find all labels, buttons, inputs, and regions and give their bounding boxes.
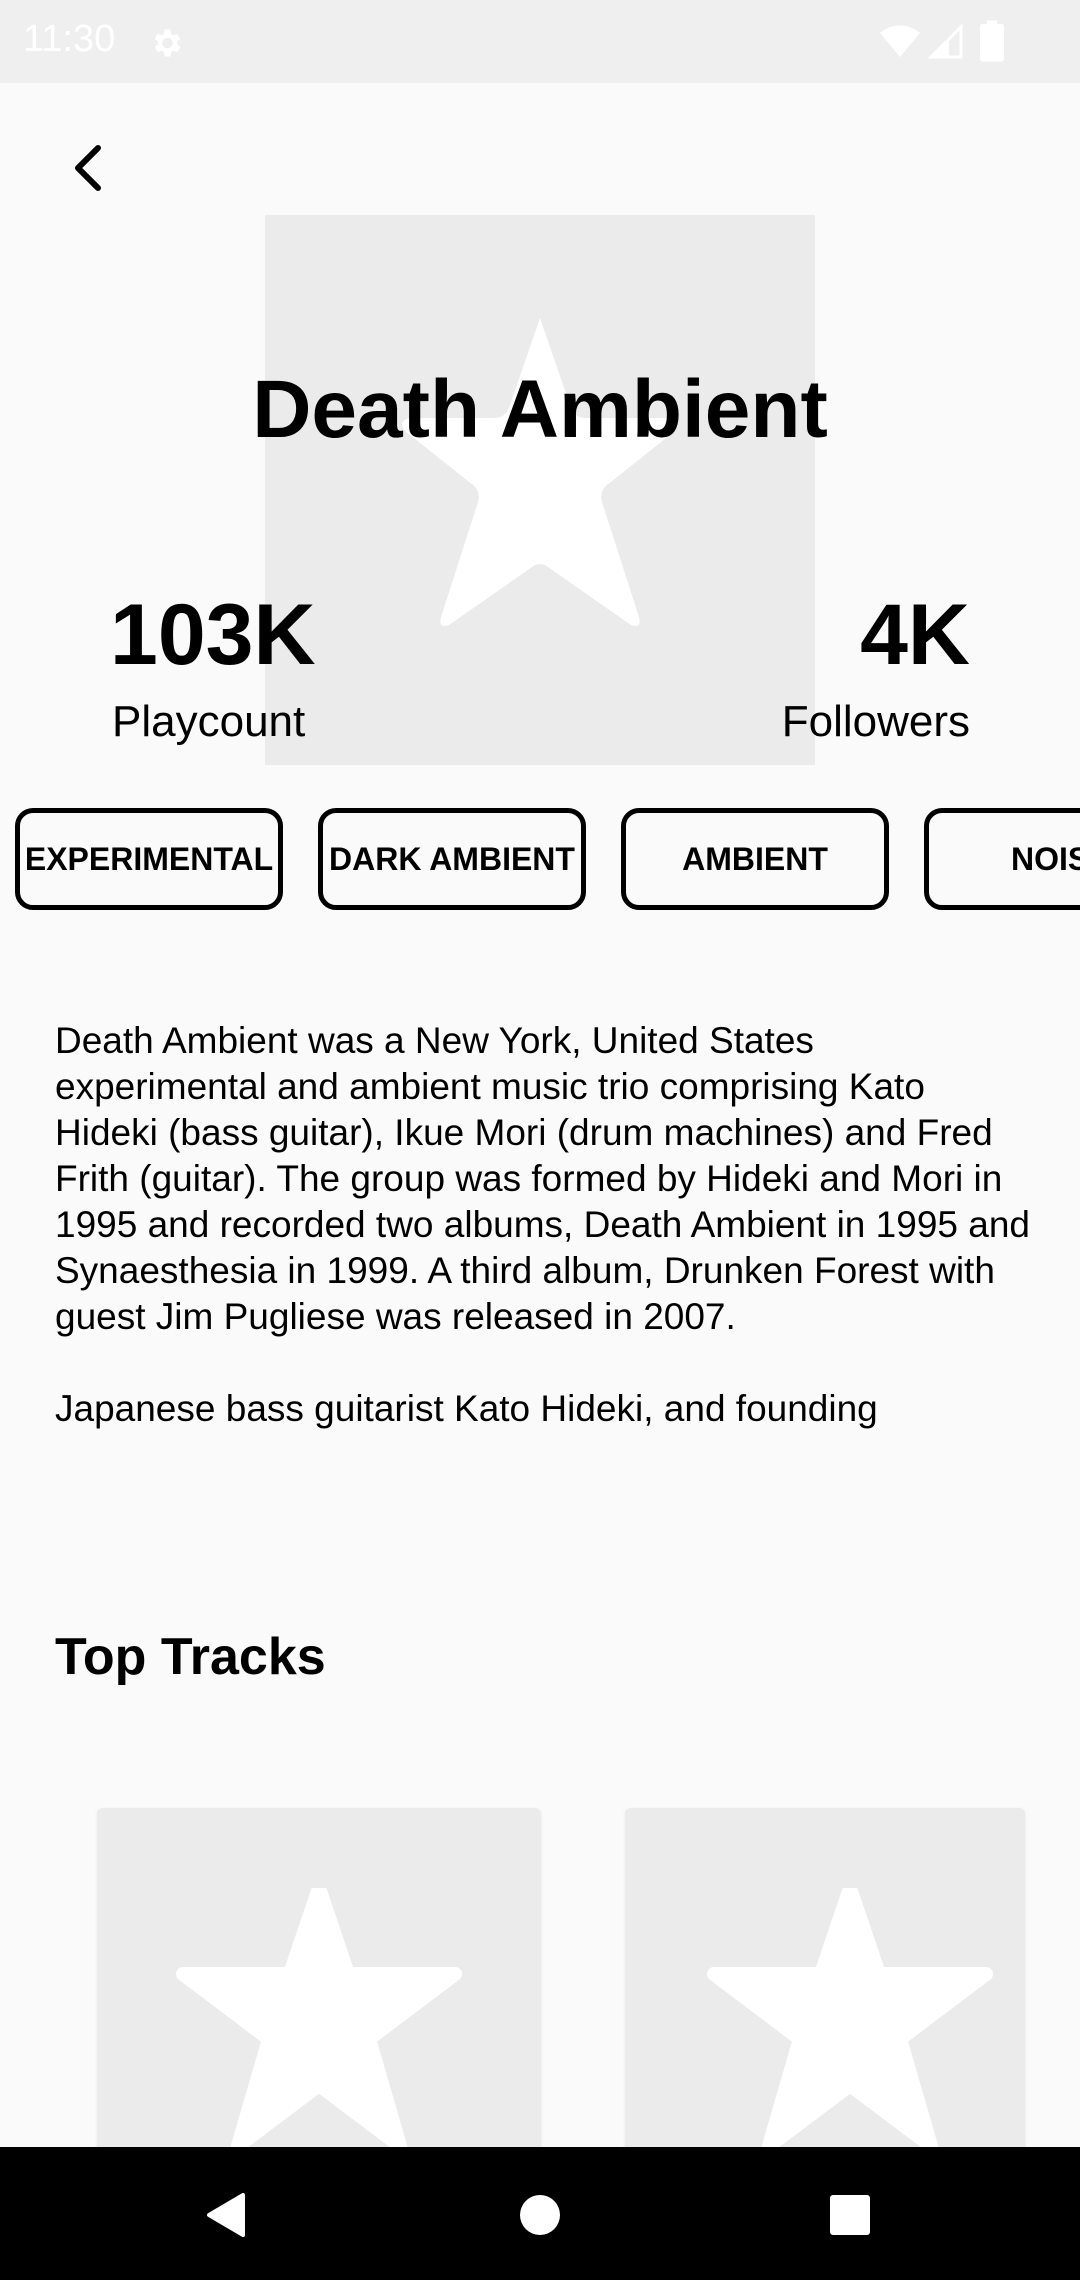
followers-label: Followers — [781, 697, 970, 746]
followers-value: 4K — [860, 587, 970, 683]
artist-name: Death Ambient — [252, 364, 828, 455]
star-icon — [401, 318, 679, 626]
nav-back-button[interactable] — [185, 2175, 265, 2255]
status-time: 11:30 — [23, 18, 116, 60]
settings-gear-icon — [154, 29, 181, 57]
circle-home-icon — [520, 2195, 560, 2235]
navigation-bar — [0, 2147, 1080, 2280]
artist-bio: Death Ambient was a New York, United Sta… — [55, 1018, 1035, 1478]
nav-recents-button[interactable] — [810, 2175, 890, 2255]
battery-icon — [980, 20, 1004, 62]
wifi-icon — [880, 25, 920, 57]
tag-chip-noise[interactable]: NOISE — [924, 808, 1080, 910]
artist-image — [265, 215, 815, 765]
artist-screen: 11:30 Death Ambient 103K Playcount 4K Fo… — [0, 0, 1080, 2280]
back-button[interactable] — [52, 132, 124, 204]
bio-paragraph: Japanese bass guitarist Kato Hideki, and… — [55, 1388, 878, 1429]
playcount-value: 103K — [110, 587, 316, 683]
tag-chip-dark-ambient[interactable]: DARK AMBIENT — [318, 808, 586, 910]
tags-row[interactable]: EXPERIMENTAL DARK AMBIENT AMBIENT NOISE — [0, 806, 1080, 918]
cell-signal-icon — [928, 24, 963, 59]
track-card[interactable] — [625, 1808, 1025, 2148]
tag-chip-experimental[interactable]: EXPERIMENTAL — [15, 808, 283, 910]
star-icon — [707, 1888, 993, 2148]
track-card[interactable] — [97, 1808, 541, 2148]
chevron-left-icon — [75, 145, 101, 191]
top-tracks-title: Top Tracks — [55, 1628, 326, 1686]
tag-chip-ambient[interactable]: AMBIENT — [621, 808, 889, 910]
star-icon — [176, 1888, 462, 2148]
bio-paragraph: Death Ambient was a New York, United Sta… — [55, 1020, 1030, 1337]
nav-home-button[interactable] — [500, 2175, 580, 2255]
triangle-back-icon — [207, 2193, 245, 2237]
square-recents-icon — [830, 2195, 870, 2235]
playcount-label: Playcount — [112, 697, 306, 746]
status-bar: 11:30 — [0, 0, 1080, 83]
